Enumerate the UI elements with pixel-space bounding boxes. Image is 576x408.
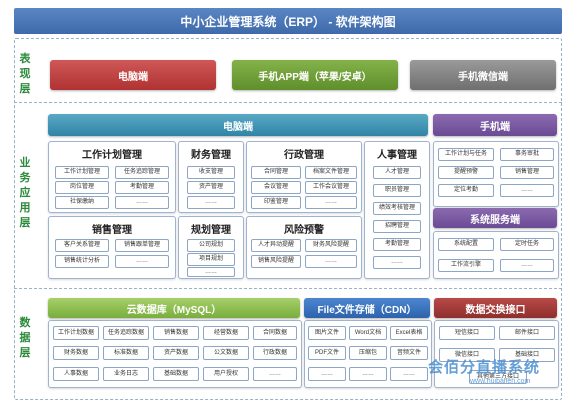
module-item: 项目规划 bbox=[187, 253, 235, 266]
module-hr: 人事管理 人才管理 职员管理 绩效考核管理 招聘管理 考勤管理 …… bbox=[364, 141, 430, 279]
data-item: Excel表格 bbox=[390, 326, 428, 340]
module-item: 事务审批 bbox=[500, 148, 554, 161]
module-item: 销售风险提醒 bbox=[251, 255, 301, 268]
module-item: 工作流引擎 bbox=[438, 259, 494, 272]
module-item: 岗位管理 bbox=[55, 181, 109, 194]
system-service-bar: 系统服务端 bbox=[433, 208, 557, 228]
module-item: 系统配置 bbox=[438, 238, 494, 251]
data-item: 公文数据 bbox=[203, 346, 249, 360]
module-item: 工作会议管理 bbox=[305, 181, 357, 194]
module-item: 合同管理 bbox=[251, 166, 301, 179]
module-sales: 销售管理 客户关系管理 销售跟单管理 销售统计分析 …… bbox=[48, 216, 176, 279]
data-item: 合同数据 bbox=[253, 326, 297, 340]
data-item: 行政数据 bbox=[253, 346, 297, 360]
module-item: …… bbox=[115, 196, 169, 209]
module-item: 提醒预警 bbox=[438, 166, 494, 179]
module-item: 考勤管理 bbox=[373, 238, 421, 251]
module-item: 任务追踪管理 bbox=[115, 166, 169, 179]
module-item: 财务风险提醒 bbox=[305, 239, 357, 252]
module-item: 客户关系管理 bbox=[55, 239, 109, 252]
module-item: 收支管理 bbox=[187, 166, 235, 179]
module-item: 人才管理 bbox=[373, 166, 421, 179]
module-item: 招聘管理 bbox=[373, 220, 421, 233]
data-item: 任务追踪数据 bbox=[103, 326, 149, 340]
app-client-bar: 手机APP端（苹果/安卓） bbox=[232, 60, 398, 90]
module-item: 定位考勤 bbox=[438, 184, 494, 197]
module-item: 销售跟单管理 bbox=[115, 239, 169, 252]
module-title: 工作计划管理 bbox=[82, 150, 142, 161]
module-item: 会议管理 bbox=[251, 181, 301, 194]
data-item: 经营数据 bbox=[203, 326, 249, 340]
module-service: 系统配置 定时任务 工作流引擎 …… bbox=[433, 231, 559, 279]
data-item: …… bbox=[390, 367, 428, 381]
module-item: …… bbox=[373, 256, 421, 269]
module-item: 档案文件管理 bbox=[305, 166, 357, 179]
data-item: …… bbox=[349, 367, 387, 381]
data-item: 压缩包 bbox=[349, 346, 387, 360]
module-item: 印鉴管理 bbox=[251, 196, 301, 209]
module-item: 社保缴纳 bbox=[55, 196, 109, 209]
business-pc-bar: 电脑端 bbox=[48, 114, 428, 136]
business-mobile-bar: 手机端 bbox=[433, 114, 557, 136]
module-item: …… bbox=[187, 196, 235, 209]
module-item: 工作计划与任务 bbox=[438, 148, 494, 161]
data-item: 图片文件 bbox=[308, 326, 346, 340]
module-item: …… bbox=[305, 255, 357, 268]
module-mobile: 工作计划与任务 事务审批 提醒预警 销售管理 定位考勤 …… bbox=[433, 141, 559, 207]
data-item: 短信接口 bbox=[439, 326, 495, 340]
data-item: 用户授权 bbox=[203, 367, 249, 381]
data-item: 基础数据 bbox=[153, 367, 199, 381]
module-title: 财务管理 bbox=[191, 150, 231, 161]
module-item: …… bbox=[500, 184, 554, 197]
file-storage-bar: File文件存储（CDN） bbox=[304, 298, 430, 318]
module-item: …… bbox=[187, 267, 235, 277]
data-item: 音频文件 bbox=[390, 346, 428, 360]
module-item: 定时任务 bbox=[500, 238, 554, 251]
data-item: PDF文件 bbox=[308, 346, 346, 360]
module-risk: 风险预警 人才异动提醒 财务风险提醒 销售风险提醒 …… bbox=[246, 216, 362, 279]
module-item: 人才异动提醒 bbox=[251, 239, 301, 252]
data-item: 财务数据 bbox=[53, 346, 99, 360]
module-admin: 行政管理 合同管理 档案文件管理 会议管理 工作会议管理 印鉴管理 …… bbox=[246, 141, 362, 213]
module-item: 公司规划 bbox=[187, 239, 235, 252]
data-item: 资产数据 bbox=[153, 346, 199, 360]
module-cloud-database: 工作计划数据 任务追踪数据 销售数据 经营数据 合同数据 财务数据 标准数据 资… bbox=[48, 320, 302, 388]
data-item: 标准数据 bbox=[103, 346, 149, 360]
watermark-url: www.huibaifen.com bbox=[470, 378, 531, 385]
data-item: 人事数据 bbox=[53, 367, 99, 381]
module-title: 规划管理 bbox=[191, 225, 231, 236]
data-exchange-bar: 数据交换接口 bbox=[434, 298, 557, 318]
module-title: 风险预警 bbox=[284, 225, 324, 236]
module-planning: 规划管理 公司规划 项目规划 …… bbox=[178, 216, 244, 279]
data-item: 工作计划数据 bbox=[53, 326, 99, 340]
module-title: 销售管理 bbox=[92, 225, 132, 236]
module-finance: 财务管理 收支管理 资产管理 …… bbox=[178, 141, 244, 213]
module-item: 考勤管理 bbox=[115, 181, 169, 194]
module-file-storage: 图片文件 Word文档 Excel表格 PDF文件 压缩包 音频文件 …… ……… bbox=[304, 320, 432, 388]
diagram-title: 中小企业管理系统（ERP） - 软件架构图 bbox=[14, 8, 562, 34]
module-title: 行政管理 bbox=[284, 150, 324, 161]
data-item: 业务日志 bbox=[103, 367, 149, 381]
data-item: 销售数据 bbox=[153, 326, 199, 340]
module-item: 职员管理 bbox=[373, 184, 421, 197]
module-item: …… bbox=[305, 196, 357, 209]
module-work-plan: 工作计划管理 工作计划管理 任务追踪管理 岗位管理 考勤管理 社保缴纳 …… bbox=[48, 141, 176, 213]
data-item: …… bbox=[253, 367, 297, 381]
module-item: …… bbox=[115, 255, 169, 268]
watermark-text: 会佰分直播系统 bbox=[428, 359, 541, 376]
data-item: Word文档 bbox=[349, 326, 387, 340]
module-item: 绩效考核管理 bbox=[373, 202, 421, 215]
architecture-diagram: 中小企业管理系统（ERP） - 软件架构图 表 现 层 业 务 应 用 层 数 … bbox=[0, 0, 576, 408]
module-item: 工作计划管理 bbox=[55, 166, 109, 179]
module-item: 销售统计分析 bbox=[55, 255, 109, 268]
module-title: 人事管理 bbox=[377, 150, 417, 161]
data-item: …… bbox=[308, 367, 346, 381]
module-item: …… bbox=[500, 259, 554, 272]
module-item: 销售管理 bbox=[500, 166, 554, 179]
cloud-database-bar: 云数据库（MySQL） bbox=[48, 298, 300, 318]
wechat-client-bar: 手机微信端 bbox=[410, 60, 556, 90]
data-item: 邮件接口 bbox=[499, 326, 555, 340]
module-item: 资产管理 bbox=[187, 181, 235, 194]
pc-client-bar: 电脑端 bbox=[50, 60, 216, 90]
